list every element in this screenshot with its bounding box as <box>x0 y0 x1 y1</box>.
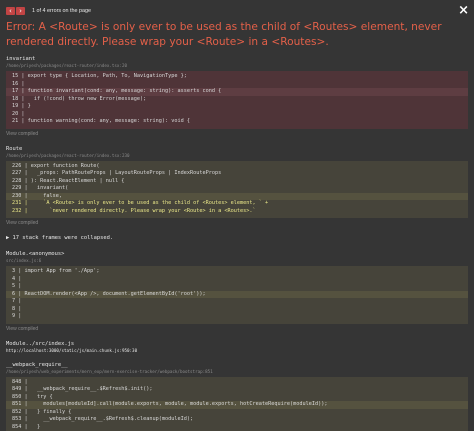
stack-frame: invariant /home/priyesh/packages/react-r… <box>0 56 474 138</box>
code-line: 848 | <box>12 378 28 385</box>
code-line: 227 | _props: PathRouteProps | LayoutRou… <box>12 170 222 176</box>
stack-frame: Module.<anonymous> src/index.js:6 3 | im… <box>0 251 474 333</box>
code-line: 852 | } finally { <box>12 408 72 415</box>
code-line: 16 | <box>12 80 25 87</box>
next-error-button[interactable]: › <box>16 7 25 15</box>
code-line: 20 | <box>12 110 25 117</box>
frame-file-path[interactable]: src/index.js:6 <box>6 258 474 264</box>
stack-frame: Module../src/index.js http://localhost:3… <box>0 341 474 354</box>
close-icon[interactable]: × <box>458 3 469 18</box>
error-overlay: ‹ › 1 of 4 errors on the page × Error: A… <box>0 0 474 431</box>
code-line: 5 | <box>12 283 22 289</box>
code-line: 850 | try { <box>12 393 53 400</box>
code-line: 3 | import App from './App'; <box>12 268 100 274</box>
code-line: 9 | <box>12 313 22 319</box>
collapsed-frames-toggle[interactable]: ▶ 17 stack frames were collapsed. <box>6 235 474 242</box>
frame-function-name: invariant <box>6 56 36 62</box>
collapsed-frames-label: 17 stack frames were collapsed. <box>12 235 114 241</box>
frame-function-name: __webpack_require__ <box>6 361 68 368</box>
code-line: 21 | function warning(cond: any, message… <box>12 118 191 124</box>
code-line: 15 | export type { Location, Path, To, N… <box>12 73 187 79</box>
frame-file-path[interactable]: /home/priyesh/packages/react-router/inde… <box>6 153 474 159</box>
stack-frame: Route /home/priyesh/packages/react-route… <box>0 146 474 228</box>
code-line: 4 | <box>12 275 22 282</box>
code-line: 853 | __webpack_require__.$Refresh$.clea… <box>12 416 194 422</box>
frame-function-name: Route <box>6 145 23 152</box>
code-line: 232 | `never rendered directly. Please w… <box>12 207 256 214</box>
code-line: 854 | } <box>12 423 41 430</box>
overlay-header: ‹ › 1 of 4 errors on the page × <box>6 3 469 18</box>
error-count: 1 of 4 errors on the page <box>32 8 92 14</box>
code-line: 19 | } <box>12 103 31 109</box>
code-snippet: 848 | 849 | __webpack_require__.$Refresh… <box>6 376 468 431</box>
code-line-highlighted: 230 | false, <box>6 192 468 200</box>
code-snippet: 226 | export function Route( 227 | _prop… <box>6 160 468 218</box>
code-line: 18 | if (!cond) throw new Error(message)… <box>12 95 147 102</box>
view-compiled-link[interactable]: View compiled <box>6 131 474 138</box>
view-compiled-link[interactable]: View compiled <box>6 220 474 227</box>
stack-frame: __webpack_require__ /home/priyesh/web_ex… <box>0 362 474 431</box>
code-line: 231 | `A <Route> is only ever to be used… <box>12 200 269 206</box>
code-line: 226 | export function Route( <box>12 162 100 169</box>
error-title: Error: A <Route> is only ever to be used… <box>6 21 442 48</box>
frame-function-name: Module../src/index.js <box>6 340 75 347</box>
frame-file-path[interactable]: /home/priyesh/packages/react-router/inde… <box>6 63 474 69</box>
code-line: 8 | <box>12 305 22 312</box>
chevron-left-icon: ‹ <box>8 7 13 15</box>
code-line-highlighted: 17 | function invariant(cond: any, messa… <box>6 88 468 96</box>
code-snippet: 3 | import App from './App'; 4 | 5 | 6 |… <box>6 266 468 324</box>
code-line: 228 | ): React.ReactElement | null { <box>12 177 125 184</box>
code-line: 7 | <box>12 298 22 304</box>
frame-url[interactable]: http://localhost:3000/static/js/main.chu… <box>6 348 474 354</box>
view-compiled-link[interactable]: View compiled <box>6 326 474 333</box>
prev-error-button[interactable]: ‹ <box>6 7 15 15</box>
code-line: 849 | __webpack_require__.$Refresh$.init… <box>12 386 153 392</box>
stack-trace: invariant /home/priyesh/packages/react-r… <box>0 56 474 431</box>
code-snippet: 15 | export type { Location, Path, To, N… <box>6 71 468 129</box>
code-line: 229 | invariant( <box>12 185 69 191</box>
code-line-highlighted: 851 | modules[moduleId].call(module.expo… <box>6 401 468 409</box>
frame-file-path[interactable]: /home/priyesh/web_experiments/mern_exp/m… <box>6 369 474 375</box>
frame-function-name: Module.<anonymous> <box>6 251 65 257</box>
code-line-highlighted: 6 | ReactDOM.render(<App />, document.ge… <box>6 290 468 298</box>
chevron-right-icon: › <box>18 7 23 15</box>
